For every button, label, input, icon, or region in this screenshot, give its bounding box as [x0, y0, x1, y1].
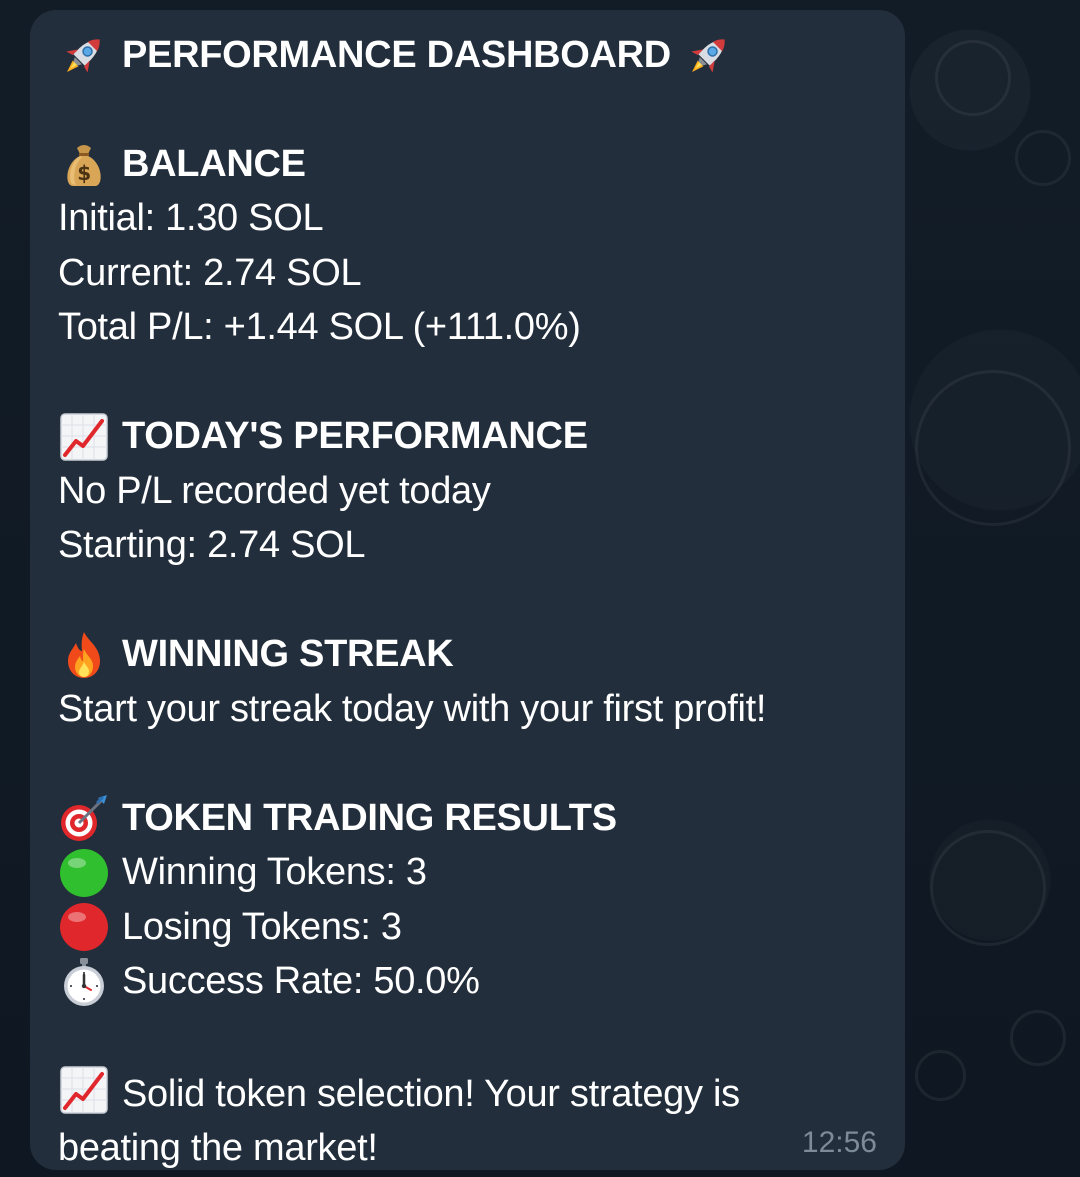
success-rate-row: Success Rate: 50.0% — [58, 955, 877, 1010]
message-bubble[interactable]: PERFORMANCE DASHBOARD $ BALANCE Initial:… — [30, 10, 905, 1170]
streak-heading-row: WINNING STREAK — [58, 628, 877, 683]
balance-total-pl: Total P/L: +1.44 SOL (+111.0%) — [58, 306, 581, 349]
today-heading: TODAY'S PERFORMANCE — [122, 415, 588, 458]
footer-line: Solid token selection! Your strategy is … — [58, 1064, 818, 1176]
money-bag-icon: $ — [58, 138, 110, 190]
message-time: 12:56 — [801, 1126, 877, 1159]
today-no-pl: No P/L recorded yet today — [58, 469, 491, 512]
dashboard-title-row: PERFORMANCE DASHBOARD — [58, 28, 877, 83]
footer-text: Solid token selection! Your strategy is … — [58, 1072, 740, 1170]
fire-icon — [58, 629, 110, 681]
rocket-icon — [683, 29, 735, 81]
streak-heading: WINNING STREAK — [122, 633, 454, 676]
today-starting: Starting: 2.74 SOL — [58, 524, 366, 567]
balance-initial: Initial: 1.30 SOL — [58, 197, 324, 240]
balance-current: Current: 2.74 SOL — [58, 251, 362, 294]
winning-tokens: Winning Tokens: 3 — [122, 851, 427, 894]
svg-text:$: $ — [77, 161, 91, 185]
green-circle-icon — [58, 847, 110, 899]
balance-heading: BALANCE — [122, 142, 306, 185]
dashboard-title: PERFORMANCE DASHBOARD — [122, 33, 671, 76]
streak-text: Start your streak today with your first … — [58, 687, 767, 730]
chart-increasing-icon — [58, 411, 110, 463]
results-heading-row: TOKEN TRADING RESULTS — [58, 791, 877, 846]
success-rate: Success Rate: 50.0% — [122, 960, 480, 1003]
balance-heading-row: $ BALANCE — [58, 137, 877, 192]
losing-tokens-row: Losing Tokens: 3 — [58, 900, 877, 955]
chart-increasing-icon — [58, 1064, 110, 1116]
winning-tokens-row: Winning Tokens: 3 — [58, 846, 877, 901]
direct-hit-icon — [58, 792, 110, 844]
results-heading: TOKEN TRADING RESULTS — [122, 796, 617, 839]
rocket-icon — [58, 29, 110, 81]
losing-tokens: Losing Tokens: 3 — [122, 905, 402, 948]
today-heading-row: TODAY'S PERFORMANCE — [58, 410, 877, 465]
stopwatch-icon — [58, 956, 110, 1008]
red-circle-icon — [58, 901, 110, 953]
